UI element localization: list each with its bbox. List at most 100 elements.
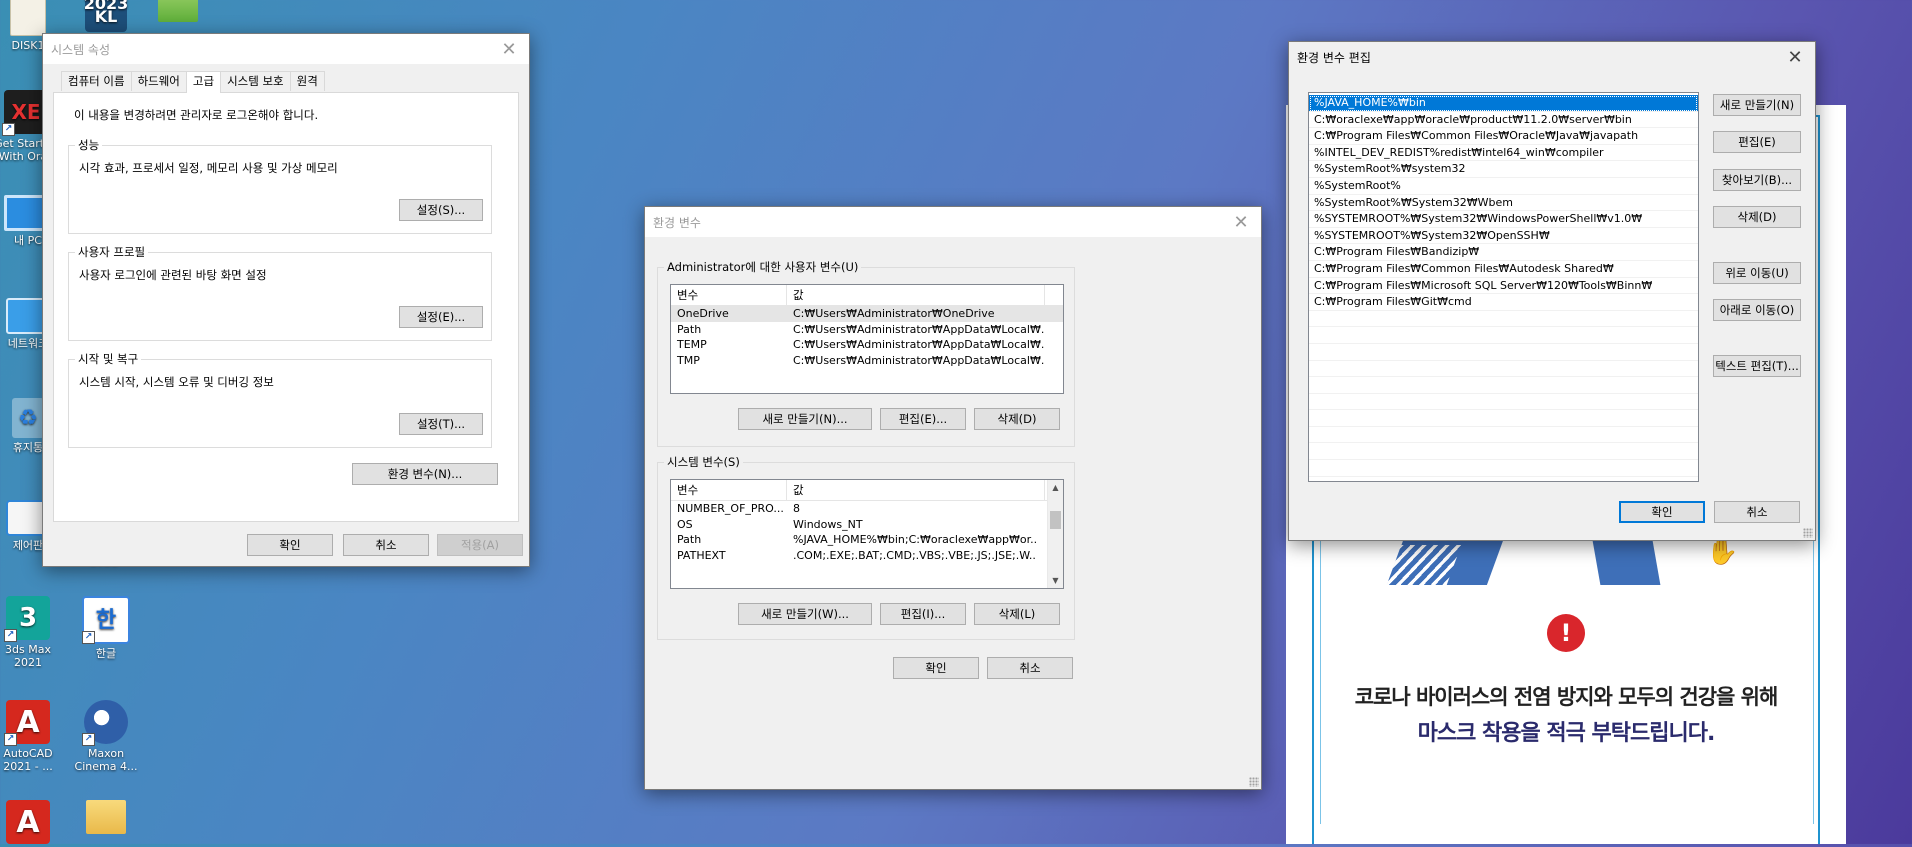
vertical-scrollbar[interactable]: ▲ ▼ <box>1047 480 1063 588</box>
system-delete-button[interactable]: 삭제(L) <box>974 603 1060 625</box>
edit-entry-button[interactable]: 편집(E) <box>1713 131 1801 153</box>
startup-recovery-settings-button[interactable]: 설정(T)... <box>399 413 483 435</box>
system-edit-button[interactable]: 편집(I)... <box>880 603 966 625</box>
user-variables-list[interactable]: 변수 값 OneDrive C:₩Users₩Administrator₩OneD… <box>670 284 1064 394</box>
table-row[interactable]: TMP C:₩Users₩Administrator₩AppData₩Local₩… <box>671 353 1063 369</box>
empty-list-row[interactable]: . <box>1309 327 1698 344</box>
desktop-icon-autocad-2[interactable]: A <box>0 800 66 847</box>
desktop-icon-hwp[interactable]: 한 ↗ 한글 <box>68 596 144 660</box>
apply-button[interactable]: 적용(A) <box>437 534 523 556</box>
variable-value: C:₩Users₩Administrator₩AppData₩Local₩... <box>793 322 1045 336</box>
resize-grip[interactable] <box>1249 777 1259 787</box>
system-new-button[interactable]: 새로 만들기(W)... <box>738 603 872 625</box>
column-name-header[interactable]: 변수 <box>671 285 787 305</box>
scroll-thumb[interactable] <box>1050 511 1061 529</box>
table-row[interactable]: Path %JAVA_HOME%₩bin;C:₩oraclexe₩app₩or..… <box>671 532 1063 548</box>
window-title: 환경 변수 <box>653 215 701 230</box>
table-row[interactable]: NUMBER_OF_PRO... 8 <box>671 501 1063 517</box>
delete-entry-button[interactable]: 삭제(D) <box>1713 206 1801 228</box>
empty-list-row[interactable]: . <box>1309 460 1698 477</box>
tab-hardware[interactable]: 하드웨어 <box>130 71 187 91</box>
tab-remote[interactable]: 원격 <box>289 71 325 91</box>
advanced-tab-panel: 이 내용을 변경하려면 관리자로 로그온해야 합니다. 성능 시각 효과, 프로… <box>53 92 519 522</box>
user-profiles-settings-button[interactable]: 설정(E)... <box>399 306 483 328</box>
table-row[interactable]: OneDrive C:₩Users₩Administrator₩OneDrive <box>671 306 1063 322</box>
startup-recovery-desc: 시스템 시작, 시스템 오류 및 디버깅 정보 <box>79 375 274 389</box>
empty-list-row[interactable]: . <box>1309 344 1698 361</box>
list-item[interactable]: %SystemRoot%₩system32 <box>1309 161 1698 178</box>
table-row[interactable]: PATHEXT .COM;.EXE;.BAT;.CMD;.VBS;.VBE;.JS… <box>671 548 1063 564</box>
ok-button[interactable]: 확인 <box>893 657 979 679</box>
user-variables-group: Administrator에 대한 사용자 변수(U) 변수 값 OneDriv… <box>657 259 1075 447</box>
tab-computer-name[interactable]: 컴퓨터 이름 <box>61 71 132 91</box>
column-value-header[interactable]: 값 <box>787 285 1045 305</box>
tab-system-protection[interactable]: 시스템 보호 <box>220 71 291 91</box>
close-button[interactable]: ✕ <box>489 34 529 64</box>
new-entry-button[interactable]: 새로 만들기(N) <box>1713 94 1801 116</box>
desktop-icon-shared-folder[interactable] <box>140 0 216 25</box>
shortcut-arrow-icon: ↗ <box>82 631 95 644</box>
scroll-down-icon[interactable]: ▼ <box>1048 573 1063 588</box>
ok-button[interactable]: 확인 <box>1619 501 1705 523</box>
tab-advanced[interactable]: 고급 <box>185 71 222 93</box>
table-row[interactable]: TEMP C:₩Users₩Administrator₩AppData₩Local… <box>671 337 1063 353</box>
close-button[interactable]: ✕ <box>1775 42 1815 72</box>
cancel-button[interactable]: 취소 <box>1714 501 1800 523</box>
user-delete-button[interactable]: 삭제(D) <box>974 408 1060 430</box>
window-title: 시스템 속성 <box>51 42 111 57</box>
list-item[interactable]: %INTEL_DEV_REDIST%redist₩intel64_win₩com… <box>1309 145 1698 162</box>
user-profiles-legend: 사용자 프로필 <box>75 244 149 260</box>
kl-book-icon: 2023 KL <box>84 0 128 32</box>
table-row[interactable]: OS Windows_NT <box>671 517 1063 533</box>
list-item[interactable]: %SYSTEMROOT%₩System32₩OpenSSH₩ <box>1309 228 1698 245</box>
scroll-up-icon[interactable]: ▲ <box>1048 480 1063 495</box>
performance-settings-button[interactable]: 설정(S)... <box>399 199 483 221</box>
variable-name: OneDrive <box>677 307 729 320</box>
table-row[interactable]: Path C:₩Users₩Administrator₩AppData₩Local… <box>671 322 1063 338</box>
system-variables-group: 시스템 변수(S) 변수 값 NUMBER_OF_PRO... 8 OS Windo… <box>657 454 1075 640</box>
title-bar: 환경 변수 편집 ✕ <box>1289 42 1815 72</box>
ok-button[interactable]: 확인 <box>247 534 333 556</box>
column-name-header[interactable]: 변수 <box>671 480 787 500</box>
list-item[interactable]: C:₩Program Files₩Common Files₩Oracle₩Jav… <box>1309 128 1698 145</box>
close-button[interactable]: ✕ <box>1221 207 1261 237</box>
empty-list-row[interactable]: . <box>1309 427 1698 444</box>
title-bar: 환경 변수 ✕ <box>645 207 1261 237</box>
list-item[interactable]: %SYSTEMROOT%₩System32₩WindowsPowerShell₩… <box>1309 211 1698 228</box>
empty-list-row[interactable]: . <box>1309 377 1698 394</box>
empty-list-row[interactable]: . <box>1309 361 1698 378</box>
cancel-button[interactable]: 취소 <box>343 534 429 556</box>
list-item[interactable]: C:₩Program Files₩Bandizip₩ <box>1309 244 1698 261</box>
desktop-icon-autocad[interactable]: A ↗ AutoCAD 2021 - ... <box>0 700 66 773</box>
empty-list-row[interactable]: . <box>1309 394 1698 411</box>
user-edit-button[interactable]: 편집(E)... <box>880 408 966 430</box>
desktop-icon-kl[interactable]: 2023 KL <box>68 0 144 35</box>
move-up-button[interactable]: 위로 이동(U) <box>1713 262 1801 284</box>
cancel-button[interactable]: 취소 <box>987 657 1073 679</box>
variable-name: PATHEXT <box>677 548 726 562</box>
variable-value: .COM;.EXE;.BAT;.CMD;.VBS;.VBE;.JS;.JSE;.… <box>793 548 1037 562</box>
desktop-icon-3dsmax[interactable]: 3 ↗ 3ds Max 2021 <box>0 596 66 669</box>
warning-icon: ! <box>1547 614 1585 652</box>
system-variables-list[interactable]: 변수 값 NUMBER_OF_PRO... 8 OS Windows_NT Path… <box>670 479 1064 589</box>
move-down-button[interactable]: 아래로 이동(O) <box>1713 299 1801 321</box>
empty-list-row[interactable]: . <box>1309 443 1698 461</box>
list-item[interactable]: C:₩Program Files₩Common Files₩Autodesk S… <box>1309 261 1698 278</box>
path-entries-list[interactable]: %JAVA_HOME%₩bin C:₩oraclexe₩app₩oracle₩p… <box>1308 92 1699 482</box>
desktop-icon-cinema4d[interactable]: ↗ Maxon Cinema 4... <box>68 700 144 773</box>
list-item[interactable]: C:₩Program Files₩Microsoft SQL Server₩12… <box>1309 278 1698 295</box>
resize-grip[interactable] <box>1803 528 1813 538</box>
column-value-header[interactable]: 값 <box>787 480 1045 500</box>
list-item[interactable]: %SystemRoot%₩System32₩Wbem <box>1309 195 1698 212</box>
environment-variables-button[interactable]: 환경 변수(N)... <box>352 463 498 485</box>
browse-button[interactable]: 찾아보기(B)... <box>1713 169 1801 191</box>
list-item[interactable]: %JAVA_HOME%₩bin <box>1309 95 1698 112</box>
list-item[interactable]: C:₩oraclexe₩app₩oracle₩product₩11.2.0₩se… <box>1309 112 1698 129</box>
empty-list-row[interactable]: . <box>1309 410 1698 427</box>
list-item[interactable]: %SystemRoot% <box>1309 178 1698 195</box>
edit-text-button[interactable]: 텍스트 편집(T)... <box>1713 355 1801 377</box>
desktop-icon-folder[interactable] <box>68 800 144 837</box>
empty-list-row[interactable]: . <box>1309 311 1698 328</box>
list-item[interactable]: C:₩Program Files₩Git₩cmd <box>1309 294 1698 311</box>
user-new-button[interactable]: 새로 만들기(N)... <box>738 408 872 430</box>
